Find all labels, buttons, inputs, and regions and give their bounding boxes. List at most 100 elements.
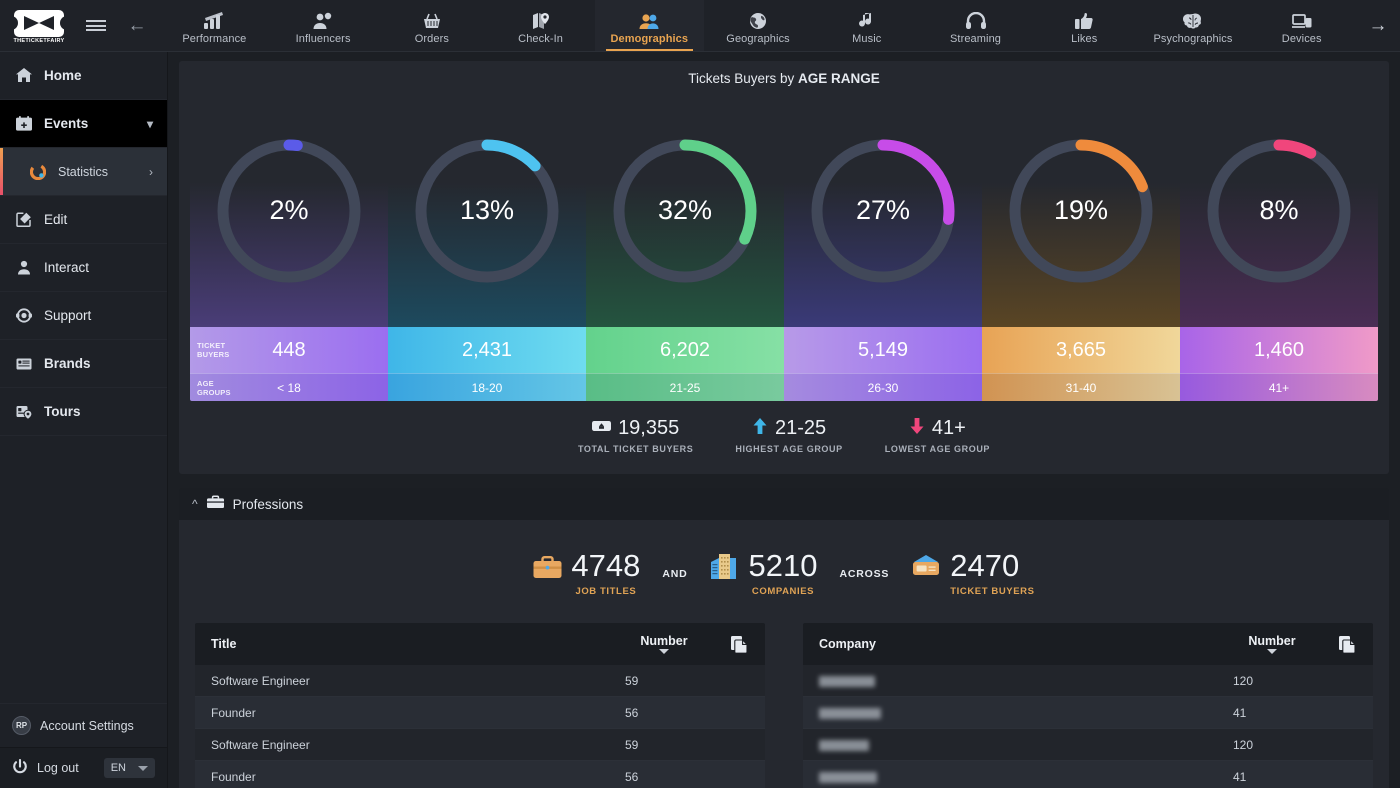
title-prefix: Tickets Buyers by xyxy=(688,71,798,86)
table-body: Software Engineer59Founder56Software Eng… xyxy=(195,665,765,788)
chevron-up-icon[interactable]: ^ xyxy=(192,497,198,511)
column-header-title[interactable]: Title xyxy=(211,637,621,651)
tab-likes[interactable]: Likes xyxy=(1030,0,1139,51)
table-row[interactable]: 120 xyxy=(803,665,1373,697)
table-row[interactable]: Software Engineer59 xyxy=(195,729,765,761)
chevron-down-icon xyxy=(138,766,148,771)
age-group-column[interactable]: 19%3,66531-40 xyxy=(982,94,1180,401)
companies-table: Company Number 1204112041 xyxy=(803,623,1373,788)
age-range-chart: 2%TICKETBUYERS448AGEGROUPS< 1813%2,43118… xyxy=(190,94,1378,401)
hamburger-icon[interactable] xyxy=(78,0,114,51)
age-group-column[interactable]: 8% 1,460 41+ xyxy=(1180,94,1378,401)
age-group-value: 18-20 xyxy=(472,381,503,395)
tab-streaming[interactable]: Streaming xyxy=(921,0,1030,51)
brand-logo[interactable]: THETICKETFAIRY xyxy=(0,0,78,51)
cell-number: 56 xyxy=(621,706,707,720)
professions-body: 4748 JOB TITLES AND 5210 COMPANIES xyxy=(179,520,1389,788)
sidebar-item-home[interactable]: Home xyxy=(0,52,167,100)
stat-label: TICKET BUYERS xyxy=(950,586,1034,597)
arrow-left-icon[interactable]: ← xyxy=(114,0,160,51)
age-group-column[interactable]: 32%6,20221-25 xyxy=(586,94,784,401)
age-group-value: 41+ xyxy=(1269,381,1289,395)
column-header-company[interactable]: Company xyxy=(819,637,1229,651)
age-range-panel: Tickets Buyers by AGE RANGE 2%TICKETBUYE… xyxy=(179,61,1389,474)
home-icon xyxy=(14,68,34,83)
donut-cell: 8% xyxy=(1180,94,1378,327)
headphones-icon xyxy=(965,10,987,30)
ticket-buyers-value: 1,460 xyxy=(1254,339,1304,362)
age-group-column[interactable]: 2%TICKETBUYERS448AGEGROUPS< 18 xyxy=(190,94,388,401)
column-header-number[interactable]: Number xyxy=(1229,634,1315,654)
copy-icon[interactable] xyxy=(707,635,749,654)
donut-ring: 2% xyxy=(214,136,364,286)
logout-label[interactable]: Log out xyxy=(37,761,79,775)
stat-companies: 5210 COMPANIES xyxy=(710,550,818,597)
headset-icon xyxy=(14,308,34,323)
stat-ticket-buyers: 2470 TICKET BUYERS xyxy=(911,550,1034,597)
tab-demographics[interactable]: Demographics xyxy=(595,0,704,51)
cell-title: Founder xyxy=(211,706,621,720)
table-row[interactable]: Founder56 xyxy=(195,697,765,729)
donut-percent-label: 27% xyxy=(808,136,958,286)
sidebar-item-interact[interactable]: Interact xyxy=(0,244,167,292)
language-selector[interactable]: EN xyxy=(104,758,155,778)
age-group-column[interactable]: 27%5,14926-30 xyxy=(784,94,982,401)
cell-number: 56 xyxy=(621,770,707,784)
column-header-number[interactable]: Number xyxy=(621,634,707,654)
ticket-buyers-value: 448 xyxy=(272,339,305,362)
table-row[interactable]: 41 xyxy=(803,697,1373,729)
tab-performance[interactable]: Performance xyxy=(160,0,269,51)
tab-label: Demographics xyxy=(611,33,689,45)
sidebar-item-tours[interactable]: Tours xyxy=(0,388,167,436)
page-title: Tickets Buyers by AGE RANGE xyxy=(179,71,1389,86)
tab-check-in[interactable]: Check-In xyxy=(486,0,595,51)
ticket-buyers-cell: 3,665 xyxy=(982,327,1180,373)
sidebar-item-statistics[interactable]: Statistics › xyxy=(0,148,167,196)
donut-cell: 27% xyxy=(784,94,982,327)
cell-number: 41 xyxy=(1229,770,1315,784)
donut-ring: 19% xyxy=(1006,136,1156,286)
redacted-company-name xyxy=(819,740,869,751)
account-settings-button[interactable]: RP Account Settings xyxy=(0,704,167,748)
table-row[interactable]: Software Engineer59 xyxy=(195,665,765,697)
ticket-buyers-value: 3,665 xyxy=(1056,339,1106,362)
table-row[interactable]: 41 xyxy=(803,761,1373,788)
summary-value: 41+ xyxy=(932,417,966,440)
tab-label: Influencers xyxy=(296,33,351,45)
power-icon[interactable] xyxy=(12,759,28,778)
stat-label: JOB TITLES xyxy=(571,586,640,597)
cell-number: 59 xyxy=(621,738,707,752)
redacted-company-name xyxy=(819,676,875,687)
table-row[interactable]: Founder56 xyxy=(195,761,765,788)
tab-psychographics[interactable]: Psychographics xyxy=(1139,0,1248,51)
arrow-up-icon xyxy=(752,417,768,440)
age-group-column[interactable]: 13%2,43118-20 xyxy=(388,94,586,401)
donut-cell: 13% xyxy=(388,94,586,327)
tab-devices[interactable]: Devices xyxy=(1247,0,1356,51)
age-group-cell: 21-25 xyxy=(586,373,784,401)
professions-header[interactable]: ^ Professions xyxy=(179,488,1389,520)
chevron-right-icon: › xyxy=(149,165,153,179)
copy-icon[interactable] xyxy=(1315,635,1357,654)
donut-percent-label: 8% xyxy=(1204,136,1354,286)
cell-company xyxy=(819,674,1229,688)
sidebar-item-edit[interactable]: Edit xyxy=(0,196,167,244)
ticket-buyers-cell: 1,460 xyxy=(1180,327,1378,373)
sidebar-item-brands[interactable]: Brands xyxy=(0,340,167,388)
language-value: EN xyxy=(111,762,126,774)
tab-music[interactable]: Music xyxy=(812,0,921,51)
sidebar-item-support[interactable]: Support xyxy=(0,292,167,340)
age-summary: 19,355 TOTAL TICKET BUYERS 21-25 HIGHEST… xyxy=(179,401,1389,474)
tab-geographics[interactable]: Geographics xyxy=(704,0,813,51)
cell-number: 59 xyxy=(621,674,707,688)
table-row[interactable]: 120 xyxy=(803,729,1373,761)
sidebar-item-events[interactable]: Events ▾ xyxy=(0,100,167,148)
donut-cell: 2% xyxy=(190,94,388,327)
devices-icon xyxy=(1291,10,1313,30)
age-group-cell: AGEGROUPS< 18 xyxy=(190,373,388,401)
ticket-buyers-cell: 5,149 xyxy=(784,327,982,373)
tab-orders[interactable]: Orders xyxy=(377,0,486,51)
tab-influencers[interactable]: $ Influencers xyxy=(269,0,378,51)
arrow-right-icon[interactable]: → xyxy=(1356,0,1400,51)
cell-title: Software Engineer xyxy=(211,674,621,688)
